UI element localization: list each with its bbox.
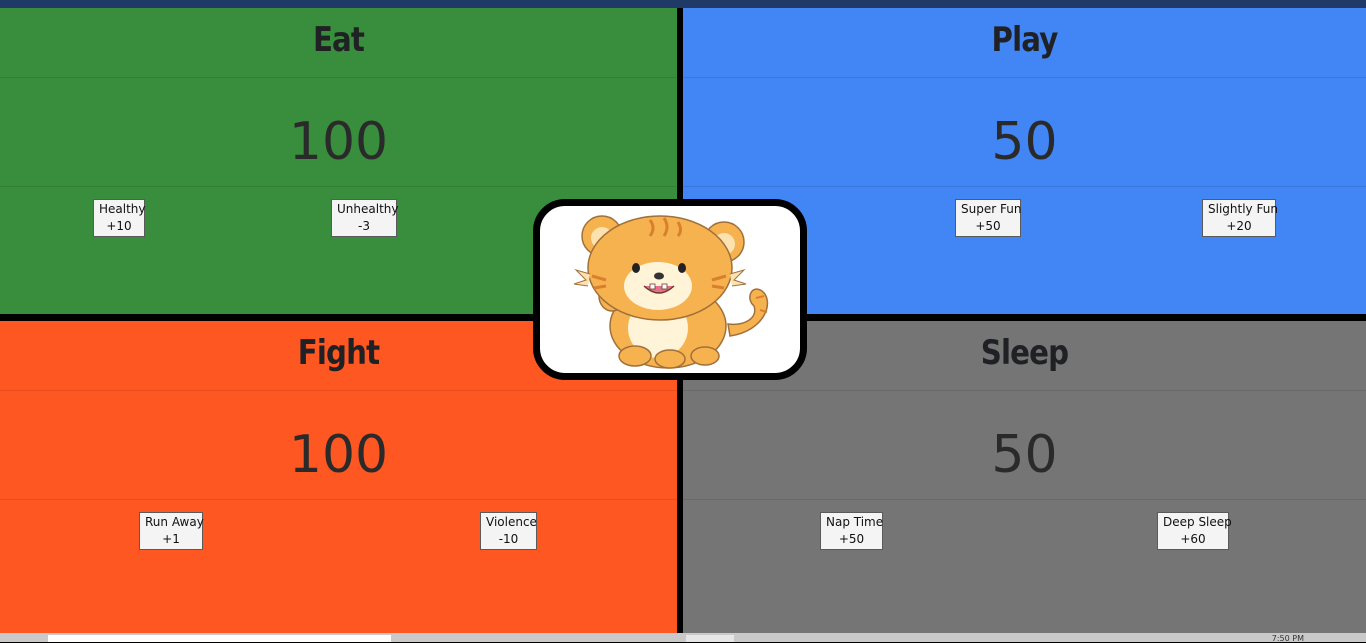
super-fun-button-delta: +50 xyxy=(975,219,1001,233)
run-away-button-label: Run Away xyxy=(145,515,204,529)
nap-time-button[interactable]: Nap Time +50 xyxy=(820,512,883,550)
play-value: 50 xyxy=(991,112,1058,172)
tiger-cub-icon xyxy=(573,215,769,369)
healthy-button[interactable]: Healthy +10 xyxy=(93,199,146,237)
divider xyxy=(683,499,1366,500)
unhealthy-button-delta: -3 xyxy=(358,219,370,233)
play-title: Play xyxy=(991,20,1059,60)
taskbar-search-box[interactable] xyxy=(48,635,391,642)
slightly-fun-button[interactable]: Slightly Fun +20 xyxy=(1202,199,1278,237)
eat-title: Eat xyxy=(312,20,365,60)
unhealthy-button[interactable]: Unhealthy -3 xyxy=(331,199,399,237)
divider xyxy=(0,499,677,500)
divider xyxy=(0,390,677,391)
nap-time-button-label: Nap Time xyxy=(826,515,884,529)
deep-sleep-button-delta: +60 xyxy=(1180,532,1206,546)
divider xyxy=(683,77,1366,78)
super-fun-button[interactable]: Super Fun +50 xyxy=(955,199,1021,237)
healthy-button-delta: +10 xyxy=(106,219,132,233)
unhealthy-button-label: Unhealthy xyxy=(337,202,399,216)
nap-time-button-delta: +50 xyxy=(838,532,865,546)
top-bar xyxy=(0,0,1366,8)
slightly-fun-button-label: Slightly Fun xyxy=(1208,202,1278,216)
divider xyxy=(683,186,1366,187)
divider xyxy=(0,186,677,187)
deep-sleep-button-label: Deep Sleep xyxy=(1163,515,1232,529)
eat-value: 100 xyxy=(288,112,389,172)
sleep-value: 50 xyxy=(991,425,1058,485)
violence-button-label: Violence xyxy=(486,515,537,529)
divider xyxy=(0,77,677,78)
taskbar: 7:50 PM xyxy=(0,633,1366,643)
run-away-button[interactable]: Run Away +1 xyxy=(139,512,204,550)
healthy-button-label: Healthy xyxy=(99,202,146,216)
taskbar-app[interactable] xyxy=(686,635,734,642)
sleep-title: Sleep xyxy=(980,333,1069,373)
violence-button[interactable]: Violence -10 xyxy=(480,512,537,550)
pet-frame xyxy=(533,199,807,380)
run-away-button-delta: +1 xyxy=(162,532,180,546)
super-fun-button-label: Super Fun xyxy=(961,202,1022,216)
deep-sleep-button[interactable]: Deep Sleep +60 xyxy=(1157,512,1232,550)
divider xyxy=(683,390,1366,391)
fight-value: 100 xyxy=(288,425,389,485)
violence-button-delta: -10 xyxy=(498,532,519,546)
slightly-fun-button-delta: +20 xyxy=(1226,219,1252,233)
